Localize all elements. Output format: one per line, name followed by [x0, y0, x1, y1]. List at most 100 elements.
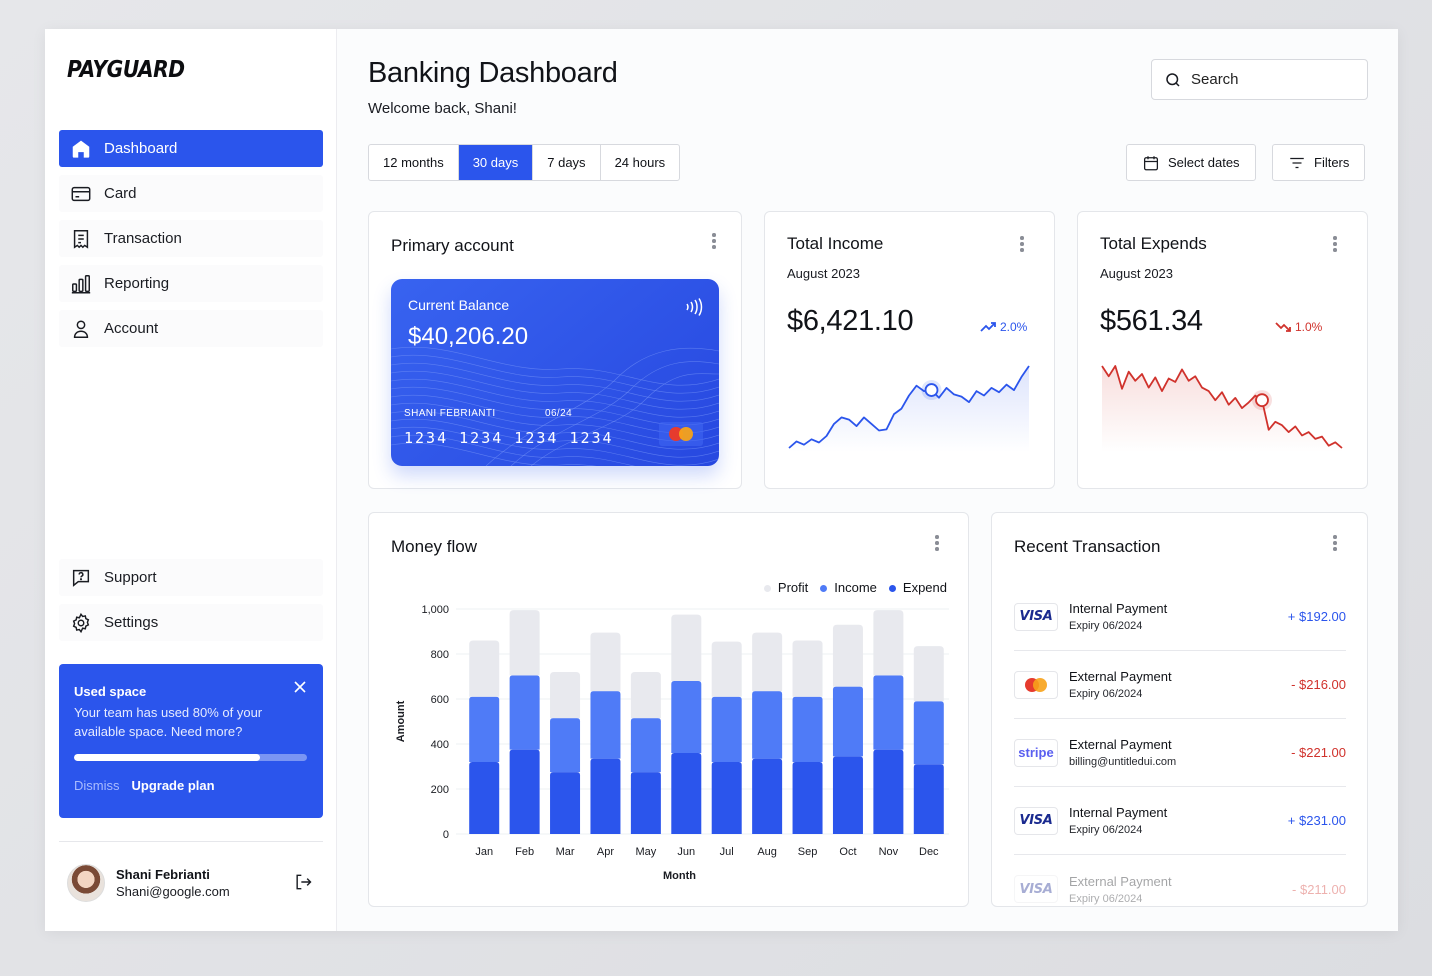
- transaction-row[interactable]: VISA Internal Payment Expiry 06/2024 + $231…: [1014, 787, 1346, 855]
- bar-income-jun[interactable]: [671, 681, 702, 753]
- bar-expend-sep[interactable]: [792, 762, 823, 834]
- card-holder: SHANI FEBRIANTI: [404, 408, 496, 419]
- income-amount: $6,421.10: [787, 305, 914, 337]
- bar-income-apr[interactable]: [590, 691, 621, 759]
- transaction-row[interactable]: stripe External Payment billing@untitledui…: [1014, 719, 1346, 787]
- more-icon[interactable]: [711, 233, 717, 251]
- transaction-detail: Expiry 06/2024: [1069, 892, 1143, 905]
- more-icon[interactable]: [1019, 236, 1025, 254]
- tab-30-days[interactable]: 30 days: [458, 145, 534, 180]
- bar-profit-nov[interactable]: [873, 610, 904, 676]
- upgrade-plan-button[interactable]: Upgrade plan: [132, 778, 215, 793]
- promo-text: Your team has used 80% of your available…: [74, 705, 263, 739]
- bar-expend-oct[interactable]: [832, 756, 863, 834]
- transaction-name: External Payment: [1069, 873, 1172, 889]
- bar-profit-aug[interactable]: [752, 632, 783, 692]
- logout-icon[interactable]: [293, 872, 313, 892]
- bar-profit-jun[interactable]: [671, 614, 702, 681]
- bar-profit-may[interactable]: [630, 672, 661, 719]
- more-icon[interactable]: [1332, 236, 1338, 254]
- main-nav: Dashboard Card Transaction Reporting Acc…: [59, 130, 323, 355]
- bar-income-mar[interactable]: [550, 718, 581, 773]
- bar-profit-mar[interactable]: [550, 672, 581, 719]
- bar-profit-jan[interactable]: [469, 640, 500, 697]
- sidebar-item-settings[interactable]: Settings: [59, 604, 323, 641]
- card-title: Total Income: [787, 234, 884, 253]
- bar-income-sep[interactable]: [792, 696, 823, 762]
- search-input[interactable]: [1191, 71, 1351, 88]
- bar-expend-mar[interactable]: [550, 772, 581, 834]
- dismiss-button[interactable]: Dismiss: [74, 778, 120, 793]
- tab-7-days[interactable]: 7 days: [533, 145, 601, 180]
- bar-income-jan[interactable]: [469, 696, 500, 762]
- sparkline-marker[interactable]: [1255, 393, 1269, 408]
- bar-expend-feb[interactable]: [509, 749, 540, 834]
- transaction-list: VISA Internal Payment Expiry 06/2024 + $192…: [1014, 583, 1346, 906]
- avatar[interactable]: [67, 864, 105, 902]
- mastercard-logo-icon: [1014, 670, 1058, 699]
- bar-profit-apr[interactable]: [590, 632, 621, 692]
- promo-actions: Dismiss Upgrade plan: [74, 778, 308, 793]
- y-axis-label: Amount: [395, 700, 407, 742]
- brand-logo[interactable]: PAYGUARD: [67, 57, 185, 83]
- bar-expend-jun[interactable]: [671, 753, 702, 834]
- stripe-logo-icon: stripe: [1014, 738, 1058, 767]
- transaction-detail: billing@untitledui.com: [1069, 756, 1177, 768]
- sidebar-item-label: Settings: [104, 614, 159, 631]
- transaction-name: Internal Payment: [1069, 805, 1168, 820]
- bar-expend-may[interactable]: [630, 772, 661, 834]
- bar-income-nov[interactable]: [873, 675, 904, 750]
- bar-income-oct[interactable]: [832, 686, 863, 757]
- sidebar-item-dashboard[interactable]: Dashboard: [59, 130, 323, 167]
- transaction-row[interactable]: VISA External Payment Expiry 06/2024 - $211…: [1014, 855, 1346, 906]
- sidebar-item-account[interactable]: Account: [59, 310, 323, 347]
- tab-12-months[interactable]: 12 months: [369, 145, 459, 180]
- expends-change: 1.0%: [1295, 320, 1323, 334]
- y-tick-label: 400: [431, 739, 449, 751]
- bar-income-feb[interactable]: [509, 675, 540, 750]
- transaction-row[interactable]: VISA Internal Payment Expiry 06/2024 + $192…: [1014, 583, 1346, 651]
- bar-income-jul[interactable]: [711, 696, 742, 762]
- bar-expend-jan[interactable]: [469, 762, 500, 834]
- tab-24-hours[interactable]: 24 hours: [601, 145, 680, 180]
- home-icon: [72, 140, 90, 158]
- sidebar-item-support[interactable]: Support: [59, 559, 323, 596]
- bar-profit-dec[interactable]: [913, 646, 944, 702]
- bar-income-dec[interactable]: [913, 701, 944, 765]
- bar-income-aug[interactable]: [752, 691, 783, 759]
- x-tick-label: Aug: [757, 846, 777, 858]
- select-dates-button[interactable]: Select dates: [1126, 144, 1256, 181]
- transaction-row[interactable]: External Payment Expiry 06/2024 - $216.00: [1014, 651, 1346, 719]
- sidebar-item-label: Transaction: [104, 230, 182, 247]
- bar-profit-sep[interactable]: [792, 640, 823, 697]
- sparkline-area: [789, 366, 1029, 452]
- sidebar-item-card[interactable]: Card: [59, 175, 323, 212]
- sidebar-item-reporting[interactable]: Reporting: [59, 265, 323, 302]
- x-tick-label: Jun: [677, 846, 695, 858]
- more-icon[interactable]: [1332, 535, 1338, 553]
- card-title: Money flow: [391, 537, 477, 556]
- bar-expend-jul[interactable]: [711, 762, 742, 834]
- bar-profit-jul[interactable]: [711, 641, 742, 697]
- card-title: Total Expends: [1100, 234, 1207, 253]
- sparkline-marker[interactable]: [924, 383, 939, 397]
- bar-expend-dec[interactable]: [913, 764, 944, 834]
- logo-text: VISA: [1019, 881, 1053, 897]
- filters-button[interactable]: Filters: [1272, 144, 1366, 181]
- total-income-card: Total Income August 2023 $6,421.10 2.0%: [764, 211, 1055, 489]
- transaction-amount: - $216.00: [1291, 677, 1346, 692]
- search-box[interactable]: [1151, 59, 1368, 100]
- money-flow-chart: 0 200 400 600 800 1,000 Amount Jan Feb Mar Apr May J…: [395, 604, 949, 882]
- sidebar-item-transaction[interactable]: Transaction: [59, 220, 323, 257]
- bar-profit-feb[interactable]: [509, 610, 540, 676]
- transaction-info: External Payment Expiry 06/2024: [1069, 669, 1172, 700]
- transaction-name: Internal Payment: [1069, 601, 1168, 616]
- bar-income-may[interactable]: [630, 718, 661, 773]
- bar-expend-nov[interactable]: [873, 749, 904, 834]
- bar-expend-aug[interactable]: [752, 758, 783, 834]
- close-icon[interactable]: [293, 680, 307, 694]
- credit-card[interactable]: Current Balance $40,206.20 SHANI FEBRIAN…: [391, 279, 719, 466]
- more-icon[interactable]: [934, 535, 940, 553]
- bar-expend-apr[interactable]: [590, 758, 621, 834]
- bar-profit-oct[interactable]: [832, 624, 863, 687]
